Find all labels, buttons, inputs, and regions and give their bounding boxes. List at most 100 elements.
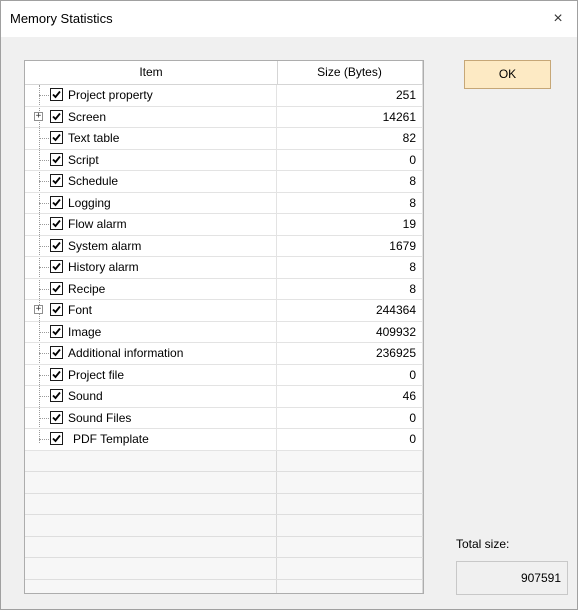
size-value: 8 bbox=[409, 281, 416, 296]
size-value: 0 bbox=[409, 410, 416, 425]
memory-list[interactable]: Item Size (Bytes) Project property 251 + Sc… bbox=[24, 60, 424, 594]
size-value: 14261 bbox=[382, 109, 416, 124]
table-row[interactable]: Image 409932 bbox=[25, 321, 423, 343]
size-value: 8 bbox=[409, 260, 416, 274]
table-row[interactable]: Flow alarm 19 bbox=[25, 214, 423, 236]
column-header-item[interactable]: Item bbox=[25, 61, 278, 84]
checkbox[interactable] bbox=[50, 238, 63, 252]
size-value: 1679 bbox=[389, 238, 416, 253]
list-rows: Project property 251 + Screen 14261 Text tabl… bbox=[25, 85, 423, 593]
item-cell: History alarm bbox=[25, 257, 277, 278]
tree-branch bbox=[39, 331, 49, 333]
table-row[interactable]: Project property 251 bbox=[25, 85, 423, 107]
expand-icon[interactable]: + bbox=[34, 111, 43, 121]
ok-button[interactable]: OK bbox=[464, 60, 551, 89]
size-value: 0 bbox=[409, 367, 416, 382]
item-cell: PDF Template bbox=[25, 429, 277, 450]
item-cell: Recipe bbox=[25, 278, 277, 299]
item-label: Recipe bbox=[68, 281, 106, 296]
total-size-label: Total size: bbox=[456, 537, 510, 551]
checkbox[interactable] bbox=[50, 109, 63, 123]
table-row[interactable]: PDF Template 0 bbox=[25, 429, 423, 451]
tree-branch bbox=[39, 181, 49, 182]
item-label: Project property bbox=[68, 88, 153, 102]
tree-branch bbox=[39, 138, 49, 139]
item-label: PDF Template bbox=[73, 432, 149, 446]
table-row[interactable]: Sound 46 bbox=[25, 386, 423, 408]
item-cell: + Screen bbox=[25, 106, 277, 127]
expand-icon[interactable]: + bbox=[34, 305, 43, 314]
tree-branch bbox=[39, 396, 49, 397]
checkbox[interactable] bbox=[50, 346, 63, 359]
size-cell: 0 bbox=[277, 364, 423, 385]
tree-branch bbox=[39, 417, 49, 419]
size-value: 244364 bbox=[375, 303, 416, 317]
table-row[interactable]: Schedule 8 bbox=[25, 171, 423, 193]
size-cell: 8 bbox=[277, 278, 423, 299]
size-cell: 0 bbox=[277, 407, 423, 428]
table-row[interactable]: Logging 8 bbox=[25, 192, 423, 214]
tree-branch bbox=[39, 95, 49, 96]
item-label: Sound bbox=[68, 389, 103, 403]
checkbox[interactable] bbox=[50, 88, 63, 101]
size-value: 251 bbox=[395, 88, 416, 102]
column-header-size[interactable]: Size (Bytes) bbox=[277, 61, 423, 84]
list-header: Item Size (Bytes) bbox=[25, 61, 423, 85]
table-row[interactable]: History alarm 8 bbox=[25, 257, 423, 279]
checkbox[interactable] bbox=[50, 432, 63, 445]
size-cell: 14261 bbox=[277, 106, 423, 127]
item-label: Script bbox=[68, 152, 99, 167]
checkbox[interactable] bbox=[50, 152, 63, 166]
item-cell: Text table bbox=[25, 128, 277, 149]
item-label: Screen bbox=[68, 109, 107, 124]
total-size-value: 907591 bbox=[456, 561, 568, 595]
checkbox[interactable] bbox=[50, 281, 63, 295]
item-label: Additional information bbox=[68, 346, 184, 360]
table-row[interactable]: Script 0 bbox=[25, 149, 423, 171]
checkbox[interactable] bbox=[50, 195, 63, 209]
tree-branch bbox=[39, 374, 49, 376]
size-cell: 82 bbox=[277, 128, 423, 149]
size-value: 19 bbox=[402, 217, 416, 231]
checkbox[interactable] bbox=[50, 174, 63, 187]
tree-branch bbox=[39, 202, 49, 204]
table-row[interactable]: Additional information 236925 bbox=[25, 343, 423, 365]
tree-branch bbox=[39, 245, 49, 247]
item-label: Schedule bbox=[68, 174, 119, 188]
checkbox[interactable] bbox=[50, 217, 63, 230]
item-cell: Script bbox=[25, 149, 277, 170]
size-value: 0 bbox=[409, 432, 416, 446]
checkbox[interactable] bbox=[50, 131, 63, 144]
close-icon[interactable]: × bbox=[547, 8, 569, 30]
size-cell: 409932 bbox=[277, 321, 423, 342]
size-cell: 19 bbox=[277, 214, 423, 235]
item-cell: Project property bbox=[25, 85, 277, 106]
item-cell: Logging bbox=[25, 192, 277, 213]
table-row[interactable]: Sound Files 0 bbox=[25, 407, 423, 429]
item-label: System alarm bbox=[68, 238, 142, 253]
dialog-title: Memory Statistics bbox=[10, 11, 113, 26]
checkbox[interactable] bbox=[50, 410, 63, 424]
size-value: 8 bbox=[409, 174, 416, 188]
table-row[interactable]: + Font 244364 bbox=[25, 300, 423, 322]
item-label: Sound Files bbox=[68, 410, 132, 425]
size-cell: 244364 bbox=[277, 300, 423, 321]
size-value: 0 bbox=[409, 152, 416, 167]
tree-branch bbox=[39, 353, 49, 354]
item-label: Font bbox=[68, 303, 93, 317]
table-row[interactable]: Project file 0 bbox=[25, 364, 423, 386]
checkbox[interactable] bbox=[50, 367, 63, 381]
checkbox[interactable] bbox=[50, 260, 63, 273]
size-cell: 1679 bbox=[277, 235, 423, 256]
table-row[interactable]: System alarm 1679 bbox=[25, 235, 423, 257]
checkbox[interactable] bbox=[50, 324, 63, 338]
memory-statistics-dialog: Memory Statistics × Item Size (Bytes) Pr… bbox=[0, 0, 578, 610]
size-value: 409932 bbox=[375, 324, 416, 339]
table-row[interactable]: Text table 82 bbox=[25, 128, 423, 150]
empty-row bbox=[25, 472, 423, 494]
checkbox[interactable] bbox=[50, 303, 63, 316]
checkbox[interactable] bbox=[50, 389, 63, 402]
table-row[interactable]: Recipe 8 bbox=[25, 278, 423, 300]
table-row[interactable]: + Screen 14261 bbox=[25, 106, 423, 128]
size-cell: 0 bbox=[277, 149, 423, 170]
